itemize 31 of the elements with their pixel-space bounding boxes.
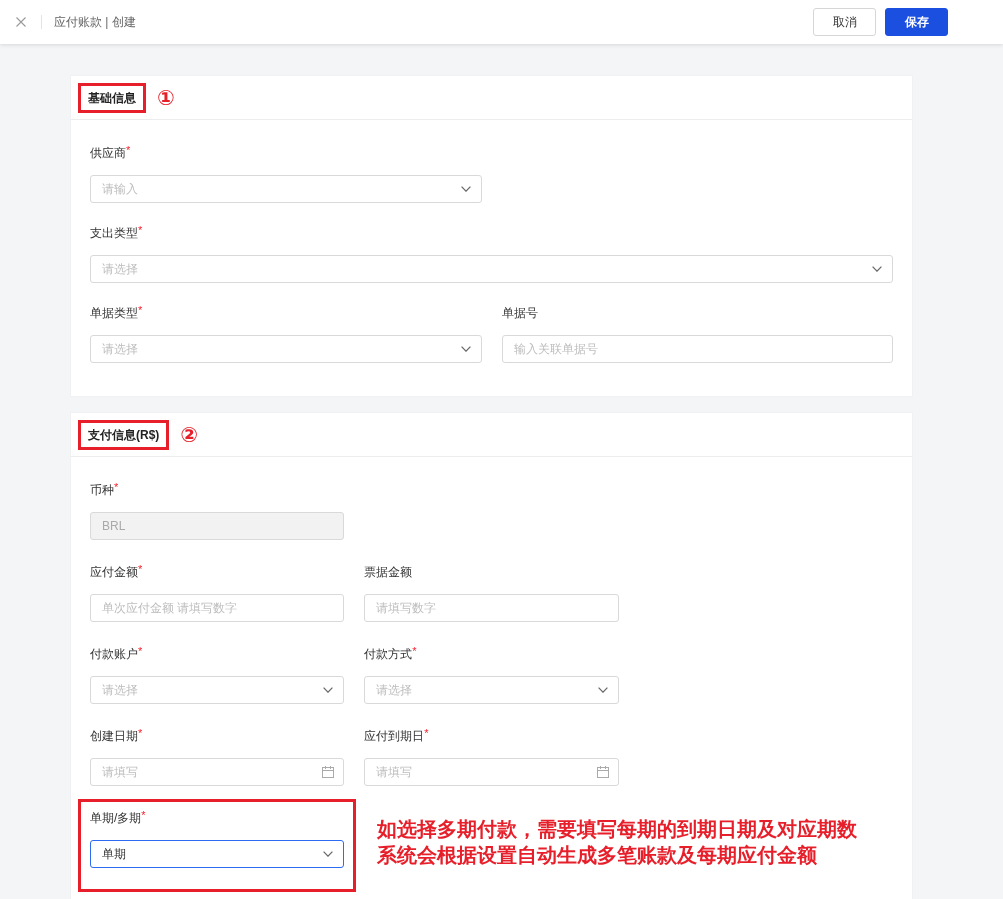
select-field[interactable]: 请输入 (90, 175, 482, 203)
annotation-text: 如选择多期付款，需要填写每期的到期日期及对应期数 (377, 817, 858, 842)
chevron-down-icon (460, 346, 471, 352)
select-field[interactable]: 请选择 (90, 676, 345, 704)
chevron-down-icon (323, 687, 334, 693)
input-field[interactable]: 单次应付金额 请填写数字 (90, 594, 345, 622)
select-field[interactable]: 单期 (90, 840, 345, 868)
page-title: 应付账款 | 创建 (54, 13, 136, 31)
save-button[interactable]: 保存 (885, 8, 948, 36)
input-field[interactable]: 请填写数字 (364, 594, 619, 622)
calendar-icon (322, 766, 335, 778)
chevron-down-icon (872, 266, 882, 272)
calendar-icon (596, 766, 609, 778)
close-icon[interactable] (16, 17, 26, 27)
cancel-button[interactable]: 取消 (813, 8, 876, 36)
date-field[interactable]: 请填写 (90, 758, 345, 786)
select-field[interactable]: 请选择 (90, 255, 893, 283)
annotation-number: ① (157, 85, 175, 110)
field-label: 票据金额 (364, 564, 413, 580)
annotation-text: 系统会根据设置自动生成多笔账款及每期应付金额 (377, 843, 818, 868)
chevron-down-icon (597, 687, 608, 693)
annotation-number: ② (180, 422, 199, 447)
section-title: 支付信息(R$) (88, 426, 160, 443)
date-field[interactable]: 请填写 (364, 758, 619, 786)
chevron-down-icon (323, 851, 334, 857)
chevron-down-icon (460, 186, 471, 192)
field-label: 单据号 (501, 305, 538, 321)
select-field[interactable]: 请选择 (90, 335, 482, 363)
input-field[interactable]: 输入关联单据号 (501, 335, 893, 363)
select-field[interactable]: 请选择 (364, 676, 619, 704)
section-title: 基础信息 (88, 89, 136, 106)
